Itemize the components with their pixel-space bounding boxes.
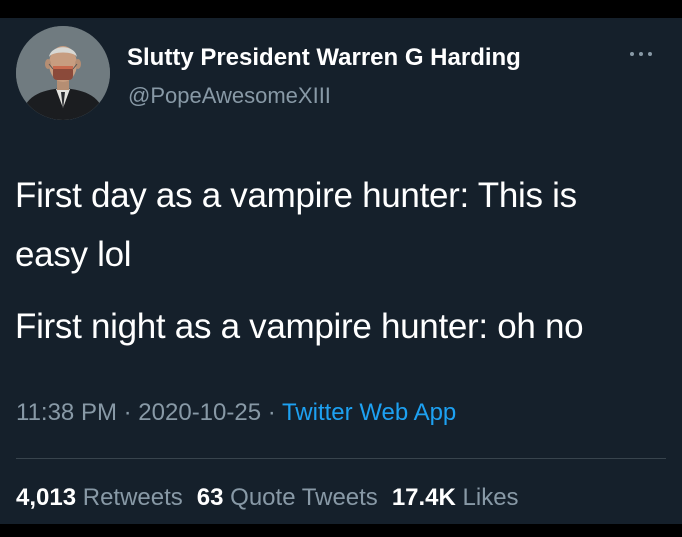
tweet-text-line-2: easy lol <box>15 235 132 274</box>
tweet-source-link[interactable]: Twitter Web App <box>282 399 456 426</box>
username-handle[interactable]: @PopeAwesomeXIII <box>128 82 331 110</box>
tweet-stats: 4,013 Retweets 63 Quote Tweets 17.4K Likes <box>16 483 533 513</box>
tweet-date[interactable]: 2020-10-25 <box>138 399 261 426</box>
retweets-stat[interactable]: 4,013 Retweets <box>16 484 183 511</box>
more-icon <box>639 52 643 56</box>
avatar[interactable] <box>16 26 110 120</box>
quote-tweets-label: Quote Tweets <box>230 484 378 511</box>
quote-tweets-stat[interactable]: 63 Quote Tweets <box>197 484 378 511</box>
tweet-metadata: 11:38 PM · 2020-10-25 · Twitter Web App <box>16 398 456 428</box>
more-options-button[interactable] <box>630 46 658 62</box>
quote-tweets-count: 63 <box>196 484 224 511</box>
tweet-card: Slutty President Warren G Harding @PopeA… <box>0 18 682 524</box>
display-name[interactable]: Slutty President Warren G Harding <box>127 43 521 73</box>
likes-label: Likes <box>462 484 519 511</box>
more-icon <box>630 52 634 56</box>
tweet-text-line-1: First day as a vampire hunter: This is <box>15 176 577 215</box>
likes-stat[interactable]: 17.4K Likes <box>392 484 519 511</box>
tweet-time[interactable]: 11:38 PM <box>16 399 117 426</box>
profile-photo-icon <box>16 26 110 120</box>
separator: · <box>267 399 276 426</box>
more-icon <box>648 52 652 56</box>
divider <box>16 458 666 459</box>
retweets-count: 4,013 <box>16 484 77 511</box>
likes-count: 17.4K <box>391 484 456 511</box>
retweets-label: Retweets <box>82 484 183 511</box>
tweet-text-line-3: First night as a vampire hunter: oh no <box>15 307 584 346</box>
separator: · <box>123 399 132 426</box>
